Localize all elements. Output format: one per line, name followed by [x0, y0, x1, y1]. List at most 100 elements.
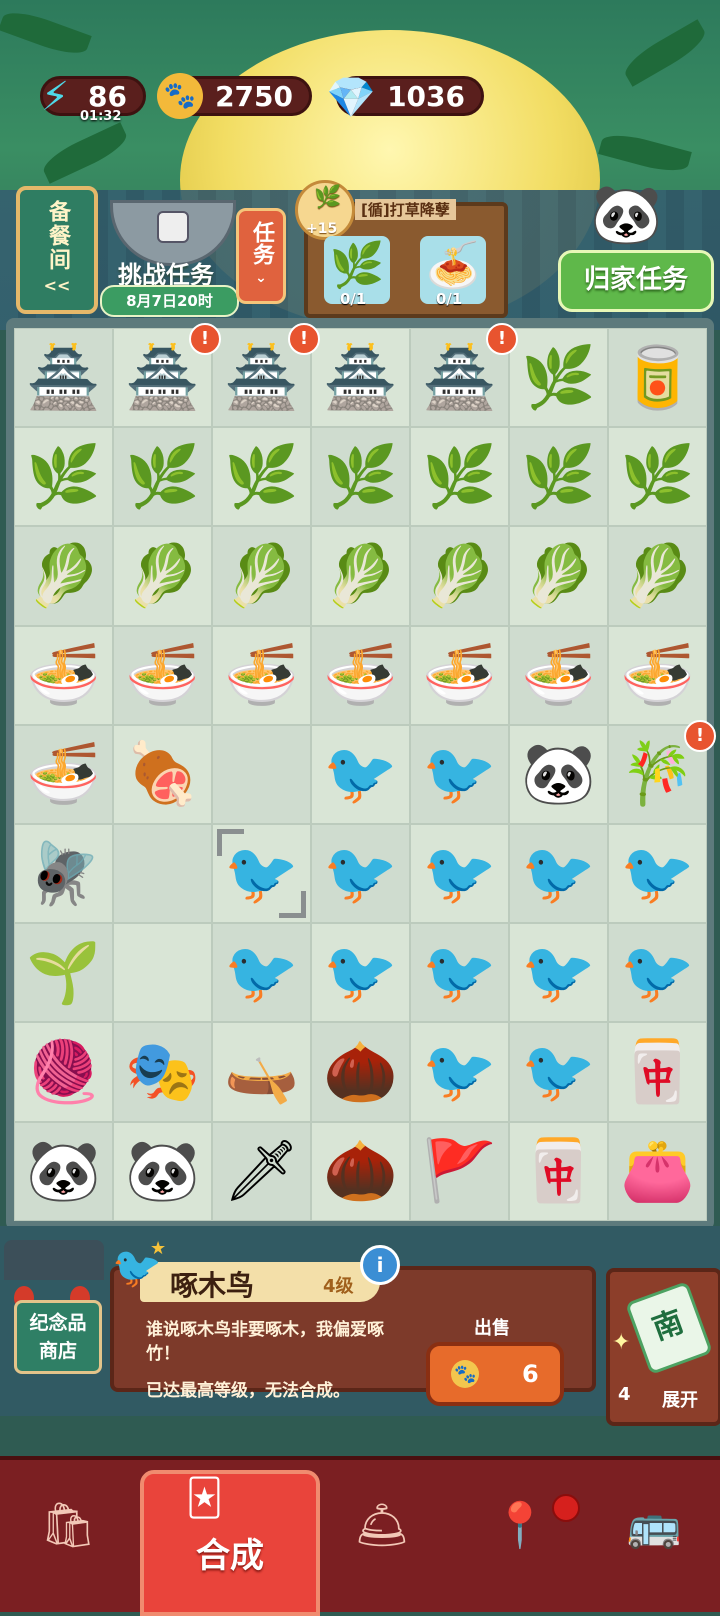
- nav-restaurant-button[interactable]: 🛎: [342, 1490, 422, 1560]
- board-cell-mahjong-tile[interactable]: 🀄: [608, 1022, 707, 1122]
- nav-bus-button[interactable]: 🚌: [614, 1490, 694, 1560]
- board-cell-woodpecker[interactable]: 🐦: [509, 823, 608, 924]
- board-cell-hotpot-bowl[interactable]: 🍜: [410, 625, 509, 725]
- board-cell-leaves-dustpan[interactable]: 🌿: [509, 328, 608, 428]
- leaves-basket-icon: 🥬: [422, 540, 497, 611]
- mahjong-tile-char: 南: [648, 1304, 689, 1348]
- board-cell-red-panda[interactable]: 🐼: [14, 1121, 113, 1221]
- board-cell-hotpot-bowl[interactable]: 🍜: [14, 724, 113, 824]
- home-task-button[interactable]: 归家任务: [558, 250, 714, 312]
- nav-bag-button[interactable]: 🛍: [28, 1490, 108, 1560]
- board-cell-woodpecker[interactable]: 🐦: [311, 724, 410, 824]
- board-cell-woodpecker[interactable]: 🐦: [509, 1022, 608, 1122]
- leaves-dustpan-icon: 🌿: [521, 441, 596, 512]
- sell-button[interactable]: 🐾 6: [426, 1342, 564, 1406]
- info-button[interactable]: i: [360, 1245, 400, 1285]
- board-cell-empty[interactable]: [113, 823, 212, 924]
- board-cell-panda-frame[interactable]: 🐼: [509, 724, 608, 824]
- gem-counter[interactable]: 💎 1036: [326, 75, 484, 121]
- board-cell-leaves-basket[interactable]: 🥬: [410, 526, 509, 626]
- hotpot-bowl-icon: 🍜: [323, 640, 398, 711]
- pavilion-icon: 🏯: [26, 342, 101, 413]
- bamboo-icon: 🎋: [620, 739, 695, 810]
- board-cell-leaves-dustpan[interactable]: 🌿: [608, 427, 707, 527]
- board-cell-woodpecker[interactable]: 🐦: [311, 923, 410, 1023]
- leaves-basket-icon: 🥬: [521, 540, 596, 611]
- panda-pair-icon: 🐼: [590, 180, 663, 248]
- board-cell-woodpecker[interactable]: 🐦: [608, 923, 707, 1023]
- board-cell-woodpecker[interactable]: 🐦: [410, 724, 509, 824]
- coin-counter[interactable]: 🐾 2750: [157, 73, 312, 119]
- board-cell-woodpecker[interactable]: 🐦: [311, 823, 410, 924]
- board-cell-leaves-dustpan[interactable]: 🌿: [212, 427, 311, 527]
- board-cell-bamboo[interactable]: 🎋!: [608, 719, 716, 824]
- board-cell-leaves-dustpan[interactable]: 🌿: [113, 427, 212, 527]
- board-cell-seed[interactable]: 🌰: [311, 1022, 410, 1122]
- board-cell-hotpot-bowl[interactable]: 🍜: [113, 625, 212, 725]
- board-cell-opera-panda[interactable]: 🎭: [113, 1022, 212, 1122]
- board-cell-woodpecker[interactable]: 🐦: [410, 923, 509, 1023]
- board-cell-leaves-dustpan[interactable]: 🌿: [14, 427, 113, 527]
- board-cell-boat[interactable]: 🛶: [212, 1022, 311, 1122]
- red-panda-icon: 🐼: [26, 1136, 101, 1207]
- board-cell-woodpecker[interactable]: 🐦: [212, 923, 311, 1023]
- board-cell-hotpot-bowl[interactable]: 🍜: [509, 625, 608, 725]
- board-cell-panda-waiter[interactable]: 🐼: [113, 1121, 212, 1221]
- board-cell-empty[interactable]: [212, 724, 311, 824]
- board-cell-leaves-dustpan[interactable]: 🌿: [311, 427, 410, 527]
- board-cell-flag[interactable]: 🚩: [410, 1121, 509, 1221]
- board-cell-hotpot-bowl[interactable]: 🍜: [608, 625, 707, 725]
- board-cell-pavilion[interactable]: 🏯!: [113, 323, 221, 428]
- board-cell-woodpecker[interactable]: 🐦: [410, 823, 509, 924]
- board-cell-tea-box[interactable]: 🌱: [14, 923, 113, 1023]
- mahjong-table-icon: 🀄: [521, 1136, 596, 1207]
- board-cell-woodpecker[interactable]: 🐦: [509, 923, 608, 1023]
- nav-map-button[interactable]: 📍: [480, 1490, 560, 1560]
- board-cell-leaves-dustpan[interactable]: 🌿: [410, 427, 509, 527]
- item-name: 啄木鸟: [170, 1269, 255, 1302]
- board-cell-leaves-basket[interactable]: 🥬: [212, 526, 311, 626]
- woodpecker-icon: 🐦: [620, 838, 695, 909]
- woodpecker-icon: 🐦: [323, 739, 398, 810]
- board-cell-mahjong-table[interactable]: 🀄: [509, 1121, 608, 1221]
- board-cell-leaves-basket[interactable]: 🥬: [14, 526, 113, 626]
- round-box-icon: 🥫: [620, 342, 695, 413]
- pavilion-icon: 🏯: [224, 342, 299, 413]
- expand-button[interactable]: 展开: [662, 1386, 698, 1412]
- board-cell-hotpot-bowl[interactable]: 🍜: [311, 625, 410, 725]
- board-cell-blade[interactable]: 🗡: [212, 1121, 311, 1221]
- souvenir-shop-button[interactable]: 纪念品 商店: [4, 1240, 104, 1380]
- board-cell-pavilion[interactable]: 🏯: [14, 328, 113, 428]
- alert-badge: !: [486, 323, 518, 355]
- noodles-icon: 🍝: [425, 240, 481, 291]
- board-cell-empty[interactable]: [113, 923, 212, 1023]
- board-cell-dragonfly[interactable]: 🪰: [14, 823, 113, 924]
- bag-icon: 🛍: [40, 1500, 96, 1551]
- board-cell-leaves-basket[interactable]: 🥬: [113, 526, 212, 626]
- board-cell-leaves-dustpan[interactable]: 🌿: [509, 427, 608, 527]
- board-cell-hotpot-bowl[interactable]: 🍜: [212, 625, 311, 725]
- task-button-label: 任务: [249, 221, 274, 265]
- board-cell-meatball-plate[interactable]: 🍖: [113, 724, 212, 824]
- board-cell-leaves-basket[interactable]: 🥬: [509, 526, 608, 626]
- board-cell-woodpecker-selected[interactable]: 🐦: [212, 823, 311, 924]
- board-cell-pavilion[interactable]: 🏯!: [212, 323, 320, 428]
- leaves-basket-icon: 🥬: [224, 540, 299, 611]
- board-cell-pavilion[interactable]: 🏯: [311, 328, 410, 428]
- task-button[interactable]: 任务 ⌄: [236, 208, 286, 304]
- board-cell-leaves-basket[interactable]: 🥬: [608, 526, 707, 626]
- board-cell-round-box[interactable]: 🥫: [608, 328, 707, 428]
- pantry-button[interactable]: 备餐间 <<: [16, 186, 98, 314]
- board-cell-leaves-basket[interactable]: 🥬: [311, 526, 410, 626]
- bamboo-leaf: [598, 128, 692, 178]
- leaves-dustpan-icon: 🌿: [125, 441, 200, 512]
- board-cell-pavilion[interactable]: 🏯!: [410, 323, 518, 428]
- board-cell-sewing-kit[interactable]: 🧶: [14, 1022, 113, 1122]
- board-cell-woodpecker[interactable]: 🐦: [410, 1022, 509, 1122]
- board-cell-hotpot-bowl[interactable]: 🍜: [14, 625, 113, 725]
- chevron-down-icon: ⌄: [255, 270, 267, 286]
- board-cell-woodpecker[interactable]: 🐦: [608, 823, 707, 924]
- coin-value: 2750: [215, 79, 293, 113]
- board-cell-seeds[interactable]: 🌰: [311, 1121, 410, 1221]
- board-cell-pouch[interactable]: 👛: [608, 1121, 707, 1221]
